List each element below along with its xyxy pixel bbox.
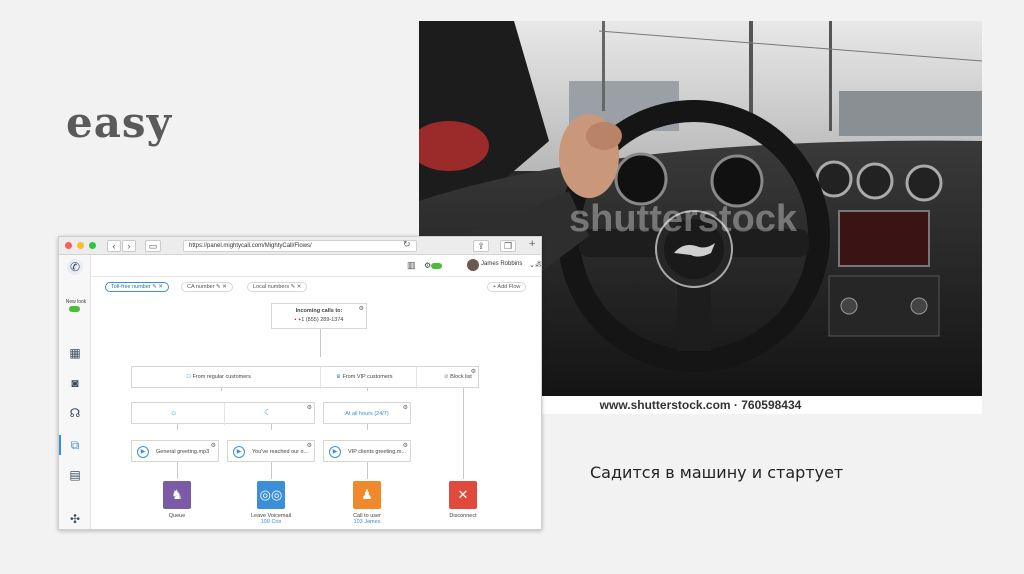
browser-chrome: ‹ › ▭ https://panel.mightycall.com/Might… — [59, 237, 541, 255]
voicemail-icon: ◎◎ — [259, 487, 283, 502]
call-user-action[interactable]: ♟ — [353, 481, 381, 509]
gear-icon[interactable]: ⚙ — [307, 442, 312, 449]
settings-icon[interactable]: ✣ — [67, 511, 83, 527]
people-icon: ⚇ — [186, 374, 191, 380]
close-icon: ✕ — [457, 487, 469, 502]
crown-icon: ♛ — [336, 374, 341, 380]
reports-icon[interactable]: ▤ — [67, 467, 83, 483]
help-icon[interactable]: ⁂ — [535, 260, 541, 269]
all-hours-node[interactable]: At all hours (24/7) ⚙ — [323, 402, 411, 424]
chevron-right-icon: › — [127, 241, 131, 251]
moon-icon[interactable]: ☾ — [264, 408, 271, 417]
back-button[interactable]: ‹ — [107, 240, 121, 252]
flows-icon[interactable]: ⧉ — [67, 437, 83, 453]
logo-icon: ✆ — [67, 259, 83, 275]
incoming-number: ▪ +1 (855) 289-1374 — [294, 317, 344, 323]
tabs-icon: ❐ — [503, 241, 513, 251]
branch-regular[interactable]: ⚇ From regular customers — [186, 374, 251, 380]
incoming-calls-node[interactable]: Incoming calls to: ▪ +1 (855) 289-1374 ⚙ — [271, 303, 367, 329]
user-icon: ♟ — [361, 487, 373, 502]
disconnect-label: Disconnect — [449, 513, 477, 519]
flow-canvas: Incoming calls to: ▪ +1 (855) 289-1374 ⚙… — [91, 295, 541, 529]
slide-subtitle: Садится в машину и стартует — [590, 463, 844, 482]
browser-window: ‹ › ▭ https://panel.mightycall.com/Might… — [58, 236, 542, 530]
branch-vip[interactable]: ♛ From VIP customers — [336, 374, 393, 380]
share-button[interactable]: ⇪ — [473, 240, 489, 252]
support-icon[interactable]: ☊ — [67, 405, 83, 421]
tab-toll-free-number[interactable]: Toll-free number ✎ ✕ — [105, 282, 170, 292]
tab-local-numbers[interactable]: Local numbers ✎ ✕ — [247, 282, 308, 292]
avatar[interactable] — [467, 259, 479, 271]
block-icon: ⊘ — [444, 374, 449, 380]
sidebar-toggle-button[interactable]: ▭ — [145, 240, 161, 252]
connector — [320, 327, 321, 357]
slide-title: easy — [66, 98, 172, 147]
status-toggle[interactable] — [431, 263, 442, 269]
new-look-label: New look — [65, 299, 87, 305]
branch-block-list[interactable]: ⊘ Block list — [444, 374, 472, 380]
sidebar-active-indicator — [59, 435, 61, 455]
connector — [463, 379, 464, 479]
incoming-title: Incoming calls to: — [295, 308, 343, 314]
voicemail-label: Leave Voicemail 100 Cris — [250, 513, 292, 525]
hours-row: ☼ ☾ ⚙ — [131, 402, 315, 425]
disconnect-action[interactable]: ✕ — [449, 481, 477, 509]
gear-icon[interactable]: ⚙ — [471, 368, 476, 375]
flag-icon: ▪ — [294, 317, 297, 323]
divider — [320, 367, 321, 389]
stats-icon[interactable]: ▥ — [407, 260, 416, 271]
queue-label: Queue — [168, 513, 186, 519]
minimize-window-button[interactable] — [77, 242, 84, 249]
gear-icon[interactable]: ⚙ — [211, 442, 216, 449]
divider — [416, 367, 417, 389]
close-window-button[interactable] — [65, 242, 72, 249]
new-tab-icon[interactable]: + — [529, 238, 535, 250]
mightycall-app: ✆ New look ▦ ◙ ☊ ⧉ ▤ ✣ ▥ ⚙ James Robbins… — [59, 255, 541, 529]
gear-icon[interactable]: ⚙ — [403, 404, 408, 412]
sun-icon[interactable]: ☼ — [170, 408, 177, 417]
call-user-label: Call to user 103 James — [353, 513, 381, 525]
greeting-reached-node[interactable]: ▶ You've reached our o... ⚙ — [227, 440, 315, 462]
add-flow-button[interactable]: + Add Flow — [487, 282, 527, 292]
voicemail-action[interactable]: ◎◎ — [257, 481, 285, 509]
play-icon[interactable]: ▶ — [329, 446, 341, 458]
gear-icon[interactable]: ⚙ — [359, 305, 364, 312]
maximize-window-button[interactable] — [89, 242, 96, 249]
reload-icon[interactable]: ↻ — [403, 239, 411, 250]
new-look-toggle[interactable] — [69, 306, 80, 312]
user-name[interactable]: James Robbins — [481, 261, 522, 267]
tabs-button[interactable]: ❐ — [500, 240, 516, 252]
greeting-general-node[interactable]: ▶ General greeting.mp3 ⚙ — [131, 440, 219, 462]
queue-action[interactable]: ♞ — [163, 481, 191, 509]
address-bar[interactable]: https://panel.mightycall.com/MightyCall/… — [183, 240, 417, 252]
calendar-icon[interactable]: ▦ — [67, 345, 83, 361]
chevron-left-icon: ‹ — [112, 241, 116, 251]
sidebar-icon: ▭ — [148, 241, 158, 251]
play-icon[interactable]: ▶ — [137, 446, 149, 458]
share-icon: ⇪ — [477, 241, 485, 251]
forward-button[interactable]: › — [122, 240, 136, 252]
chevron-down-icon[interactable]: ⌄ — [529, 261, 535, 269]
play-icon[interactable]: ▶ — [233, 446, 245, 458]
gear-icon[interactable]: ⚙ — [403, 442, 408, 449]
top-bar: ▥ ⚙ James Robbins ⌄ ⁂ — [91, 255, 541, 277]
divider — [224, 403, 225, 425]
contacts-icon[interactable]: ◙ — [67, 375, 83, 391]
tab-ca-number[interactable]: CA number ✎ ✕ — [181, 282, 233, 292]
flow-tabs: Toll-free number ✎ ✕ CA number ✎ ✕ Local… — [91, 277, 541, 295]
greeting-vip-node[interactable]: ▶ VIP clients greeting.m... ⚙ — [323, 440, 411, 462]
sidebar: ✆ New look ▦ ◙ ☊ ⧉ ▤ ✣ — [59, 255, 91, 529]
shutterstock-watermark: shutterstock — [569, 198, 798, 240]
branch-row: ⚇ From regular customers ♛ From VIP cust… — [131, 366, 479, 389]
slide: easy shutterstock www.shutterstock.com ·… — [0, 0, 1024, 574]
queue-icon: ♞ — [171, 487, 183, 502]
gear-icon[interactable]: ⚙ — [307, 404, 312, 411]
